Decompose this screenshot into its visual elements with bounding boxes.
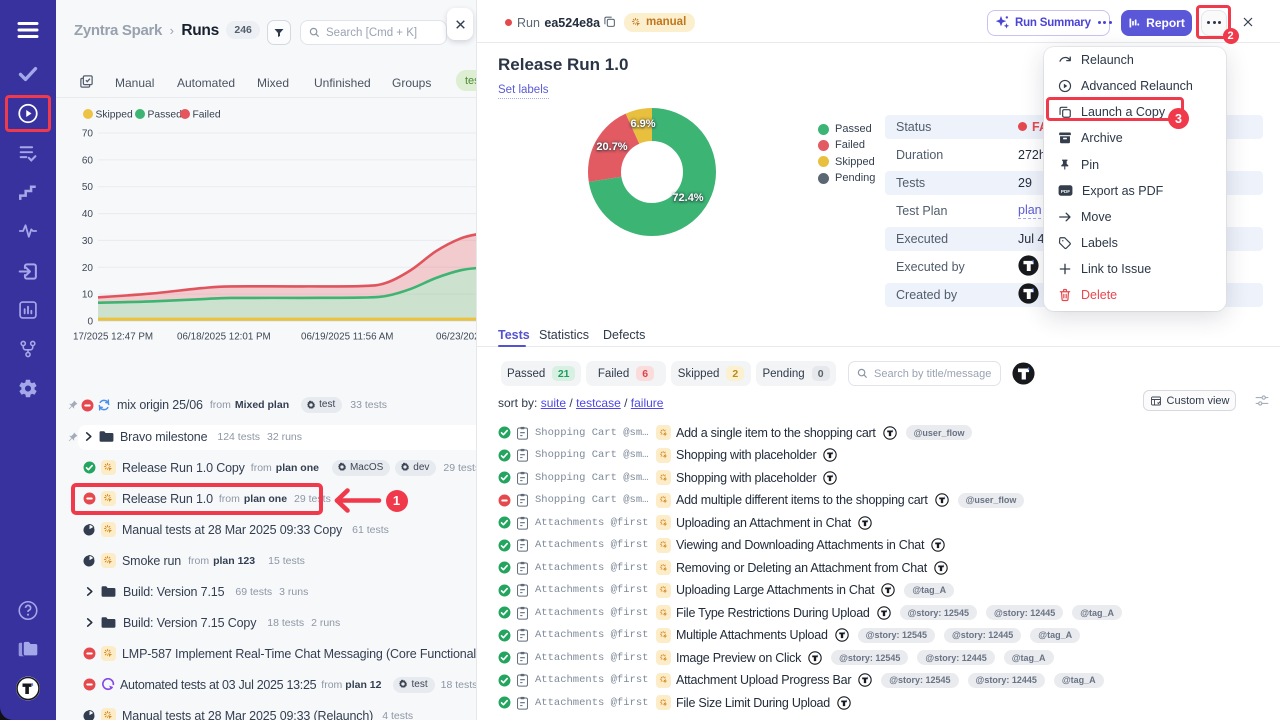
svg-text:20: 20 [82,263,94,274]
svg-text:06/23/202: 06/23/202 [436,332,480,343]
svg-text:60: 60 [82,155,94,166]
svg-text:Skipped: Skipped [96,110,133,121]
svg-text:40: 40 [82,209,94,220]
svg-text:06/18/2025 12:01 PM: 06/18/2025 12:01 PM [177,332,271,343]
svg-text:17/2025 12:47 PM: 17/2025 12:47 PM [73,332,153,343]
svg-text:70: 70 [82,129,94,140]
svg-text:Failed: Failed [193,110,221,121]
svg-text:10: 10 [82,290,94,301]
svg-text:Passed: Passed [148,110,183,121]
svg-text:30: 30 [82,236,94,247]
svg-text:06/19/2025 11:56 AM: 06/19/2025 11:56 AM [301,332,393,343]
svg-text:0: 0 [87,317,93,328]
svg-text:PDF: PDF [1061,189,1070,194]
svg-text:50: 50 [82,182,94,193]
